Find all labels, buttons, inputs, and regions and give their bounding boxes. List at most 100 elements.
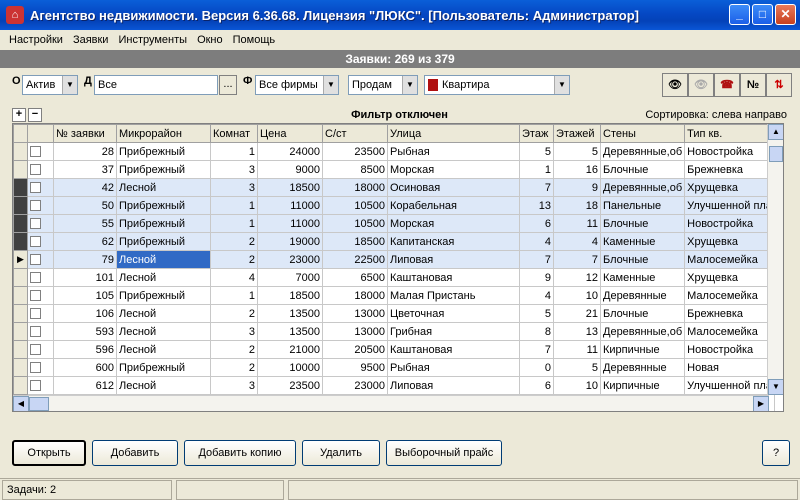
table-cell-price[interactable]: 18500 bbox=[257, 178, 323, 197]
binoculars-icon[interactable]: 👁 bbox=[662, 73, 688, 97]
table-cell-floors[interactable]: 21 bbox=[553, 304, 601, 323]
table-cell-cost[interactable]: 20500 bbox=[322, 340, 388, 359]
property-type-combo[interactable]: Квартира ▼ bbox=[424, 75, 570, 95]
number-icon[interactable]: № bbox=[740, 73, 766, 97]
table-cell-rooms[interactable]: 2 bbox=[210, 250, 258, 269]
row-checkbox[interactable] bbox=[30, 218, 41, 230]
table-cell-floor[interactable]: 5 bbox=[519, 304, 554, 323]
column-header[interactable]: Комнат bbox=[210, 124, 258, 143]
table-cell-floors[interactable]: 10 bbox=[553, 376, 601, 395]
close-button[interactable]: ✕ bbox=[775, 4, 796, 25]
scroll-left-icon[interactable]: ◀ bbox=[13, 396, 29, 411]
row-indicator[interactable] bbox=[13, 286, 28, 305]
table-cell-district[interactable]: Лесной bbox=[116, 304, 211, 323]
phone-icon[interactable]: ☎ bbox=[714, 73, 740, 97]
table-row[interactable]: 50 Прибрежный 1 11000 10500 Корабельная 13 18 Па… bbox=[13, 196, 775, 215]
table-cell-district[interactable]: Прибрежный bbox=[116, 142, 211, 161]
table-cell-floor[interactable]: 7 bbox=[519, 340, 554, 359]
row-indicator[interactable] bbox=[13, 376, 28, 395]
column-header[interactable]: Этаж bbox=[519, 124, 554, 143]
table-cell-price[interactable]: 11000 bbox=[257, 214, 323, 233]
row-indicator[interactable] bbox=[13, 340, 28, 359]
table-cell-floors[interactable]: 10 bbox=[553, 286, 601, 305]
table-cell-cost[interactable]: 8500 bbox=[322, 160, 388, 179]
table-cell-street[interactable]: Липовая bbox=[387, 250, 520, 269]
row-checkbox[interactable] bbox=[30, 308, 41, 320]
table-cell-walls[interactable]: Деревянные bbox=[599, 358, 686, 377]
row-checkbox[interactable] bbox=[30, 182, 41, 194]
d-field[interactable]: Все bbox=[94, 75, 218, 95]
table-row[interactable]: 596 Лесной 2 21000 20500 Каштановая 7 11 Кирпичн… bbox=[13, 340, 775, 359]
column-header[interactable]: Улица bbox=[387, 124, 520, 143]
table-cell-id[interactable]: 50 bbox=[53, 196, 117, 215]
table-cell-walls[interactable]: Деревянные,об bbox=[599, 322, 686, 341]
table-cell-walls[interactable]: Блочные bbox=[599, 160, 686, 179]
table-cell-floors[interactable]: 12 bbox=[553, 268, 601, 287]
table-cell-rooms[interactable]: 1 bbox=[210, 286, 258, 305]
table-cell-street[interactable]: Капитанская bbox=[387, 232, 520, 251]
table-row[interactable]: ▶ 79 Лесной 2 23000 22500 Липовая 7 7 Блочные Мало… bbox=[13, 250, 775, 269]
table-cell-id[interactable]: 42 bbox=[53, 178, 117, 197]
table-cell-id[interactable]: 37 bbox=[53, 160, 117, 179]
table-row[interactable]: 55 Прибрежный 1 11000 10500 Морская 6 11 Блочные… bbox=[13, 214, 775, 233]
expand-button[interactable]: + bbox=[12, 108, 26, 122]
table-cell-price[interactable]: 24000 bbox=[257, 142, 323, 161]
table-cell-floor[interactable]: 13 bbox=[519, 196, 554, 215]
table-cell-floor[interactable]: 0 bbox=[519, 358, 554, 377]
table-cell-floors[interactable]: 9 bbox=[553, 178, 601, 197]
table-row[interactable]: 28 Прибрежный 1 24000 23500 Рыбная 5 5 Деревянны… bbox=[13, 142, 775, 161]
row-checkbox[interactable] bbox=[30, 380, 41, 392]
table-cell-price[interactable]: 13500 bbox=[257, 322, 323, 341]
table-cell-id[interactable]: 62 bbox=[53, 232, 117, 251]
table-cell-district[interactable]: Лесной bbox=[116, 376, 211, 395]
row-indicator[interactable]: ▶ bbox=[13, 250, 28, 269]
table-cell-walls[interactable]: Каменные bbox=[599, 268, 686, 287]
table-cell-district[interactable]: Лесной bbox=[116, 178, 211, 197]
table-cell-district[interactable]: Прибрежный bbox=[116, 196, 211, 215]
table-cell-id[interactable]: 612 bbox=[53, 376, 117, 395]
row-checkbox[interactable] bbox=[30, 200, 41, 212]
table-cell-district[interactable]: Лесной bbox=[116, 340, 211, 359]
table-cell-cost[interactable]: 10500 bbox=[322, 214, 388, 233]
table-cell-street[interactable]: Рыбная bbox=[387, 142, 520, 161]
table-cell-price[interactable]: 11000 bbox=[257, 196, 323, 215]
table-cell-id[interactable]: 105 bbox=[53, 286, 117, 305]
table-cell-cost[interactable]: 6500 bbox=[322, 268, 388, 287]
table-cell-walls[interactable]: Панельные bbox=[599, 196, 686, 215]
table-cell-type[interactable]: Новостройка bbox=[684, 214, 775, 233]
table-cell-floors[interactable]: 11 bbox=[553, 214, 601, 233]
table-cell-street[interactable]: Морская bbox=[387, 160, 520, 179]
table-cell-type[interactable]: Улучшенной пла bbox=[684, 196, 775, 215]
table-cell-district[interactable]: Лесной bbox=[116, 322, 211, 341]
table-cell-rooms[interactable]: 2 bbox=[210, 232, 258, 251]
ellipsis-button[interactable]: ... bbox=[219, 75, 237, 95]
table-cell-rooms[interactable]: 3 bbox=[210, 160, 258, 179]
table-row[interactable]: 62 Прибрежный 2 19000 18500 Капитанская 4 4 Каме… bbox=[13, 232, 775, 251]
table-cell-walls[interactable]: Кирпичные bbox=[599, 340, 686, 359]
table-cell-floor[interactable]: 1 bbox=[519, 160, 554, 179]
table-cell-floor[interactable]: 4 bbox=[519, 232, 554, 251]
row-indicator[interactable] bbox=[13, 196, 28, 215]
table-cell-walls[interactable]: Кирпичные bbox=[599, 376, 686, 395]
table-cell-type[interactable]: Малосемейка bbox=[684, 286, 775, 305]
row-checkbox[interactable] bbox=[30, 290, 41, 302]
add-button[interactable]: Добавить bbox=[92, 440, 178, 466]
table-cell-type[interactable]: Малосемейка bbox=[684, 322, 775, 341]
table-cell-cost[interactable]: 10500 bbox=[322, 196, 388, 215]
column-header[interactable]: С/ст bbox=[322, 124, 388, 143]
row-checkbox[interactable] bbox=[30, 326, 41, 338]
vertical-scrollbar[interactable]: ▲ ▼ bbox=[767, 124, 783, 395]
table-cell-district[interactable]: Прибрежный bbox=[116, 214, 211, 233]
table-cell-price[interactable]: 21000 bbox=[257, 340, 323, 359]
table-cell-type[interactable]: Брежневка bbox=[684, 304, 775, 323]
table-cell-floors[interactable]: 16 bbox=[553, 160, 601, 179]
table-cell-cost[interactable]: 18000 bbox=[322, 178, 388, 197]
table-cell-street[interactable]: Цветочная bbox=[387, 304, 520, 323]
table-cell-type[interactable]: Брежневка bbox=[684, 160, 775, 179]
table-cell-cost[interactable]: 23000 bbox=[322, 376, 388, 395]
table-cell-street[interactable]: Грибная bbox=[387, 322, 520, 341]
column-header[interactable]: № заявки bbox=[53, 124, 117, 143]
table-cell-street[interactable]: Корабельная bbox=[387, 196, 520, 215]
table-row[interactable]: 105 Прибрежный 1 18500 18000 Малая Пристань 4 1… bbox=[13, 286, 775, 305]
scroll-right-icon[interactable]: ▶ bbox=[753, 396, 769, 411]
